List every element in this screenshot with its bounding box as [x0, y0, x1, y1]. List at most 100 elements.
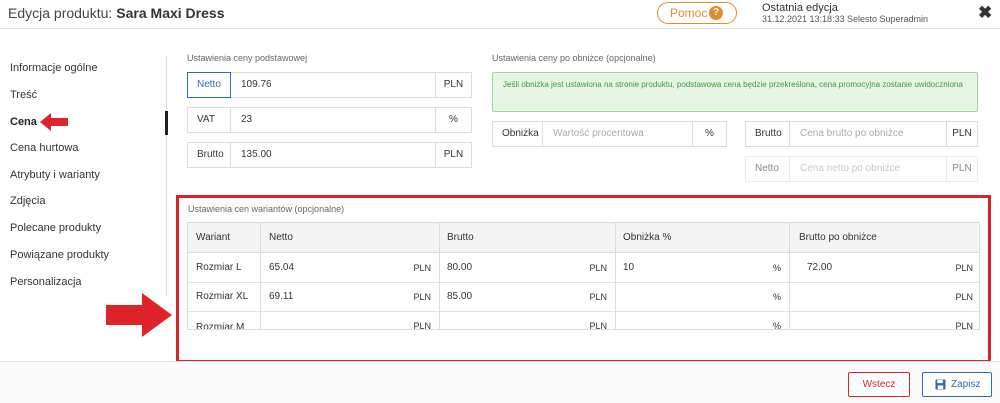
netto-after-label: Netto — [746, 157, 790, 181]
last-edit-title: Ostatnia edycja — [762, 2, 838, 14]
netto-after-field[interactable]: Netto Cena netto po obniżce PLN — [745, 156, 978, 182]
sidebar-item-personalizacja[interactable]: Personalizacja — [10, 276, 82, 288]
variant-brutto-value: 85.00 — [447, 291, 473, 302]
sidebar-item-powiazane[interactable]: Powiązane produkty — [10, 249, 109, 261]
help-label: Pomoc — [670, 6, 708, 20]
variant-netto-unit: PLN — [413, 292, 431, 302]
brutto-label: Brutto — [188, 143, 231, 167]
discount-field[interactable]: Obniżka Wartość procentowa % — [492, 121, 727, 147]
variants-table: Wariant Netto Brutto Obniżka % Brutto po… — [187, 222, 980, 330]
brutto-after-label: Brutto — [746, 122, 790, 146]
variant-brutto-after-input[interactable]: 72.00 PLN — [789, 254, 979, 283]
variant-discount-input[interactable]: % — [615, 283, 789, 312]
column-divider — [439, 223, 440, 329]
last-edit-user: Selesto Superadmin — [847, 14, 929, 24]
close-icon[interactable]: ✖ — [978, 3, 992, 23]
column-divider — [615, 223, 616, 329]
variant-netto-value: 65.04 — [269, 262, 295, 273]
page-title: Edycja produktu: Sara Maxi Dress — [8, 5, 224, 21]
netto-after-unit: PLN — [946, 157, 977, 181]
variant-brutto-after-unit: PLN — [955, 263, 973, 273]
variant-name-text: Rozmiar L — [196, 262, 242, 273]
variant-brutto-input[interactable]: 80.00 PLN — [439, 254, 615, 283]
sidebar-item-cena[interactable]: Cena — [10, 116, 37, 128]
variant-brutto-unit: PLN — [589, 263, 607, 273]
header-bar: Edycja produktu: Sara Maxi Dress Pomoc ? … — [0, 0, 1000, 29]
floppy-disk-icon — [935, 379, 946, 390]
table-row: Rozmiar XL 69.11 PLN 85.00 PLN % PLN — [188, 283, 979, 312]
discount-info-alert: Jeśli obniżka jest ustawiona na stronie … — [492, 72, 978, 112]
variant-netto-input[interactable]: 65.04 PLN — [261, 254, 439, 283]
annotation-arrow-right-icon — [106, 293, 172, 337]
discount-input[interactable]: Wartość procentowa — [543, 122, 644, 146]
save-label: Zapisz — [951, 379, 981, 390]
variant-discount-unit: % — [772, 321, 781, 330]
variant-name-text: Rozmiar M — [196, 322, 245, 330]
variant-brutto-input[interactable]: 85.00 PLN — [439, 283, 615, 312]
variant-name-text: Rozmiar XL — [196, 291, 249, 302]
discount-unit: % — [692, 122, 726, 146]
product-name: Sara Maxi Dress — [116, 5, 225, 21]
variant-netto-input[interactable]: PLN — [261, 312, 439, 330]
discount-label: Obniżka — [493, 122, 543, 146]
variant-brutto-after-unit: PLN — [955, 321, 973, 330]
col-header-brutto: Brutto — [447, 232, 474, 243]
netto-value[interactable]: 109.76 — [231, 73, 272, 97]
help-button[interactable]: Pomoc ? — [657, 2, 737, 24]
sidebar-item-cena-hurtowa[interactable]: Cena hurtowa — [10, 142, 79, 154]
variant-discount-value: 10 — [623, 262, 635, 273]
variant-discount-input[interactable]: 10% — [615, 254, 789, 283]
brutto-unit: PLN — [435, 143, 471, 167]
sidebar-active-indicator — [165, 111, 168, 135]
variant-netto-unit: PLN — [413, 321, 431, 330]
sidebar-item-informacje-ogolne[interactable]: Informacje ogólne — [10, 62, 97, 74]
annotation-arrow-left-icon — [40, 113, 68, 131]
back-button[interactable]: Wstecz — [848, 372, 910, 397]
brutto-value[interactable]: 135.00 — [231, 143, 272, 167]
variant-brutto-unit: PLN — [589, 321, 607, 330]
variant-discount-unit: % — [772, 263, 781, 273]
variants-title: Ustawienia cen wariantów (opcjonalne) — [188, 204, 345, 214]
variant-name: Rozmiar XL — [188, 283, 260, 312]
variants-table-header: Wariant Netto Brutto Obniżka % Brutto po… — [188, 223, 979, 253]
sidebar-item-polecane[interactable]: Polecane produkty — [10, 222, 101, 234]
sidebar-item-tresc[interactable]: Treść — [10, 89, 37, 101]
variant-brutto-input[interactable]: PLN — [439, 312, 615, 330]
variant-brutto-after-input[interactable]: PLN — [789, 283, 979, 312]
brutto-after-input[interactable]: Cena brutto po obniżce — [790, 122, 903, 146]
brutto-field[interactable]: Brutto 135.00 PLN — [187, 142, 472, 168]
variant-name: Rozmiar M — [188, 312, 260, 330]
sidebar-divider — [166, 56, 167, 296]
base-price-title: Ustawienia ceny podstawowej — [187, 53, 308, 63]
variant-discount-unit: % — [772, 292, 781, 302]
variant-brutto-after-input[interactable]: PLN — [789, 312, 979, 330]
variant-brutto-unit: PLN — [589, 292, 607, 302]
sidebar-item-atrybuty[interactable]: Atrybuty i warianty — [10, 169, 100, 181]
variant-netto-value: 69.11 — [269, 291, 294, 302]
sidebar-item-zdjecia[interactable]: Zdjęcia — [10, 195, 45, 207]
vat-value[interactable]: 23 — [231, 108, 252, 132]
netto-field[interactable]: Netto 109.76 PLN — [187, 72, 472, 98]
column-divider — [260, 223, 261, 329]
netto-after-input[interactable]: Cena netto po obniżce — [790, 157, 900, 181]
save-button[interactable]: Zapisz — [922, 372, 992, 397]
col-header-brutto-po-obnizce: Brutto po obniżce — [799, 232, 877, 243]
table-row: Rozmiar M PLN PLN % PLN — [188, 312, 979, 330]
variant-name: Rozmiar L — [188, 254, 260, 283]
brutto-after-unit: PLN — [946, 122, 977, 146]
variant-netto-input[interactable]: 69.11 PLN — [261, 283, 439, 312]
brutto-after-field[interactable]: Brutto Cena brutto po obniżce PLN — [745, 121, 978, 147]
table-row: Rozmiar L 65.04 PLN 80.00 PLN 10% 72.00 PLN — [188, 254, 979, 283]
vat-unit: % — [435, 108, 471, 132]
netto-label: Netto — [187, 72, 231, 98]
netto-unit: PLN — [435, 73, 471, 97]
vat-label: VAT — [188, 108, 231, 132]
col-header-obnizka: Obniżka % — [623, 232, 672, 243]
variant-brutto-value: 80.00 — [447, 262, 473, 273]
variant-brutto-after-unit: PLN — [955, 292, 973, 302]
col-header-wariant: Wariant — [196, 232, 231, 243]
variant-discount-input[interactable]: % — [615, 312, 789, 330]
last-edit-date: 31.12.2021 13:18:33 — [762, 14, 845, 24]
vat-field[interactable]: VAT 23 % — [187, 107, 472, 133]
discount-price-title: Ustawienia ceny po obniżce (opcjonalne) — [492, 53, 656, 63]
